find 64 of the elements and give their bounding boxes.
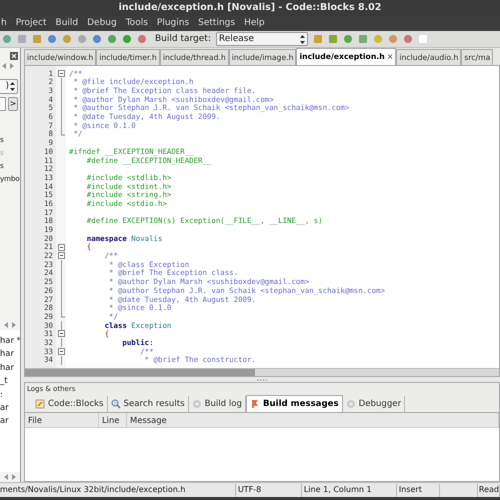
circle-icon[interactable] [107,34,117,44]
pencil-icon [35,399,45,409]
circle-icon[interactable] [122,34,132,44]
status-field: ments/Novalis/Linux 32bit/include/exception.h [0,486,186,494]
close-tab-icon[interactable]: × [386,53,394,61]
build-target-label: Build target: [155,34,211,44]
square-icon[interactable] [312,34,323,44]
flag-icon [250,399,260,409]
symbol-item[interactable]: ar [0,401,9,414]
circle-icon[interactable] [342,34,353,44]
scroll-arrows-icon[interactable] [4,322,16,328]
circle-icon[interactable] [402,34,413,44]
square-icon[interactable] [328,34,338,44]
spin-arrows-icon[interactable] [10,82,15,91]
status-field: Insert [398,486,422,494]
square-icon[interactable] [358,34,368,44]
column-header[interactable]: Line [99,413,127,427]
symbol-item[interactable]: ar [0,414,9,428]
close-icon[interactable] [10,52,18,60]
column-header[interactable]: File [25,413,99,427]
gear-icon [346,399,356,409]
symbol-item[interactable]: : [0,388,3,402]
fold-toggle-icon[interactable] [58,330,64,338]
circle-icon[interactable] [372,34,383,44]
fold-toggle-icon[interactable] [58,244,64,251]
scroll-arrows-icon[interactable] [4,474,16,480]
status-field: UTF-8 [238,486,262,494]
status-field: Line 1, Column 1 [304,486,372,494]
circle-icon[interactable] [62,34,72,44]
symbol-item[interactable]: har [0,347,14,361]
circle-icon[interactable] [388,34,398,44]
square-icon[interactable] [32,34,42,44]
menu-item[interactable]: Help [244,19,265,28]
fold-toggle-icon[interactable] [58,348,64,355]
symbol-item[interactable]: har [0,360,14,374]
fold-toggle-icon[interactable] [58,70,64,77]
build-target-dropdown[interactable]: Release [216,32,308,46]
window-title: include/exception.h [Novalis] - Code::Blocks 8.02 [118,3,382,13]
square-icon[interactable] [418,34,428,44]
menu-item[interactable]: Settings [198,19,236,28]
magnifier-icon [110,399,121,409]
menu-item[interactable]: Project [16,19,47,28]
menu-item[interactable]: Tools [126,19,148,28]
menu-item[interactable]: Debug [87,19,117,28]
gear-icon [192,399,202,409]
symbol-item[interactable]: _t [0,374,8,388]
circle-icon[interactable] [92,34,102,44]
horizontal-scrollbar[interactable] [25,368,499,376]
go-button[interactable]: > [8,96,18,110]
column-header[interactable]: Message [127,413,499,427]
circle-icon[interactable] [2,34,12,44]
spin-arrows-icon[interactable] [300,34,305,44]
dropdown[interactable]: ) [0,79,18,94]
menu-item[interactable]: Plugins [156,19,190,28]
square-icon[interactable] [17,34,27,44]
menu-item[interactable]: Build [56,19,78,28]
menu-item[interactable]: h [1,19,7,28]
log-tab[interactable]: Build messages [246,395,343,412]
circle-icon[interactable] [47,34,57,44]
circle-icon[interactable] [77,34,87,44]
status-field: Read [478,486,499,494]
search-field[interactable] [0,96,6,110]
fold-toggle-icon[interactable] [58,252,64,260]
circle-icon[interactable] [137,34,147,44]
